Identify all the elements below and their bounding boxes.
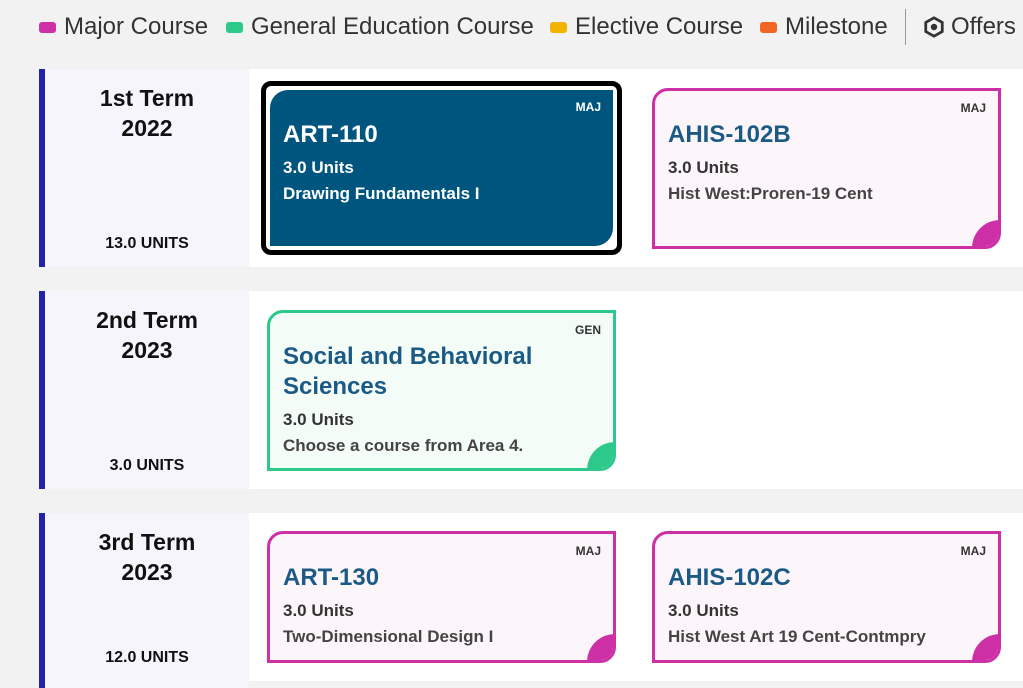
term-row: 1st Term 2022 13.0 UNITS MAJ ART-110 3.0…	[39, 69, 1023, 267]
term-title: 3rd Term 2023	[45, 527, 249, 587]
course-tag: MAJ	[960, 101, 986, 115]
course-name: Hist West:Proren-19 Cent	[668, 184, 873, 203]
legend-divider	[905, 9, 906, 45]
major-swatch-icon	[39, 21, 56, 33]
term-row: 3rd Term 2023 12.0 UNITS MAJ ART-130 3.0…	[39, 513, 1023, 688]
course-card-art-110[interactable]: MAJ ART-110 3.0 Units Drawing Fundamenta…	[270, 90, 613, 246]
term-header: 3rd Term 2023 12.0 UNITS	[39, 513, 249, 688]
general-education-swatch-icon	[226, 21, 243, 33]
course-code: AHIS-102C	[668, 564, 791, 591]
course-card-social-behavioral-sciences[interactable]: GEN Social and Behavioral Sciences 3.0 U…	[267, 310, 616, 471]
course-code: AHIS-102B	[668, 121, 791, 148]
term-units: 3.0 UNITS	[109, 457, 185, 474]
course-code: Social and Behavioral Sciences	[283, 343, 533, 400]
legend-major: Major Course	[39, 13, 208, 41]
course-code: ART-110	[283, 121, 378, 148]
course-name: Choose a course from Area 4.	[283, 436, 524, 455]
term-year: 2023	[121, 559, 173, 585]
term-title: 2nd Term 2023	[45, 305, 249, 365]
term-header: 1st Term 2022 13.0 UNITS	[39, 69, 249, 267]
term-name: 2nd Term	[96, 307, 198, 333]
term-name: 3rd Term	[98, 529, 196, 555]
legend-label: Major Course	[64, 13, 209, 40]
elective-swatch-icon	[550, 21, 567, 33]
course-tag: GEN	[574, 323, 601, 337]
milestone-swatch-icon	[760, 21, 777, 33]
legend-label: General Education Course	[251, 13, 534, 40]
course-units: 3.0 Units	[668, 601, 739, 620]
term-header: 2nd Term 2023 3.0 UNITS	[39, 291, 249, 489]
course-code: ART-130	[283, 564, 380, 591]
course-tag: MAJ	[575, 100, 601, 114]
term-year: 2022	[121, 115, 173, 141]
offers-legend[interactable]: Offers	[923, 13, 1016, 41]
course-tag: MAJ	[575, 544, 601, 558]
term-units: 12.0 UNITS	[105, 649, 189, 666]
course-units: 3.0 Units	[668, 158, 739, 177]
course-units: 3.0 Units	[283, 158, 354, 177]
legend-elective: Elective Course	[550, 13, 743, 41]
course-tag: MAJ	[960, 544, 986, 558]
course-units: 3.0 Units	[283, 601, 354, 620]
term-name: 1st Term	[99, 85, 195, 111]
term-row: 2nd Term 2023 3.0 UNITS GEN Social and B…	[39, 291, 1023, 489]
course-card-ahis-102c[interactable]: MAJ AHIS-102C 3.0 Units Hist West Art 19…	[652, 531, 1001, 663]
legend-general-education: General Education Course	[226, 13, 534, 41]
hexagon-icon	[924, 16, 944, 38]
legend-milestone: Milestone	[760, 13, 888, 41]
offers-label: Offers	[951, 13, 1016, 40]
term-year: 2023	[121, 337, 173, 363]
course-name: Hist West Art 19 Cent-Contmpry	[668, 627, 926, 646]
term-units: 13.0 UNITS	[105, 235, 189, 252]
course-name: Drawing Fundamentals I	[283, 184, 480, 203]
legend-label: Elective Course	[575, 13, 744, 40]
legend-label: Milestone	[785, 13, 888, 40]
card-corner	[972, 220, 998, 246]
course-units: 3.0 Units	[283, 410, 354, 429]
legend: Major Course General Education Course El…	[0, 0, 1023, 56]
course-name: Two-Dimensional Design I	[283, 627, 494, 646]
course-card-ahis-102b[interactable]: MAJ AHIS-102B 3.0 Units Hist West:Proren…	[652, 88, 1001, 249]
term-title: 1st Term 2022	[45, 83, 249, 143]
course-card-art-130[interactable]: MAJ ART-130 3.0 Units Two-Dimensional De…	[267, 531, 616, 663]
